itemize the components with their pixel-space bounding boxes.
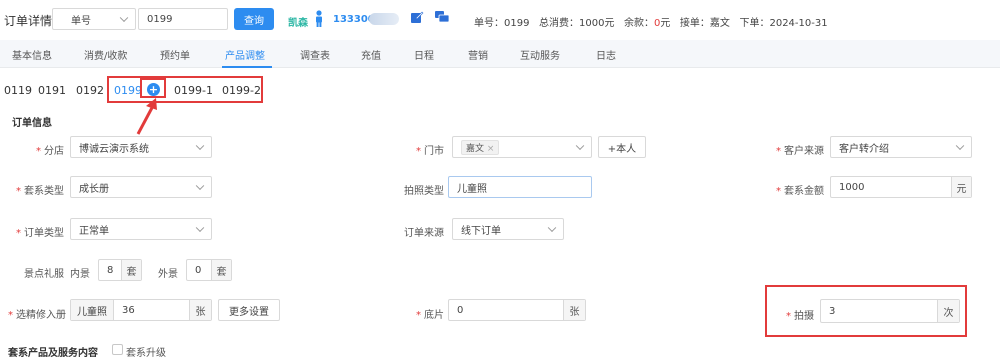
close-icon: × bbox=[486, 143, 495, 154]
store-tag[interactable]: 嘉文 × bbox=[461, 139, 500, 155]
tab-marketing[interactable]: 营销 bbox=[468, 47, 488, 62]
info-balance-label: 余款： bbox=[624, 18, 654, 29]
info-balance-unit: 元 bbox=[660, 18, 671, 29]
selected-album-input[interactable]: 儿童照 36 张 bbox=[70, 299, 212, 321]
tab-basic-info[interactable]: 基本信息 bbox=[12, 47, 52, 62]
order-source-value: 线下订单 bbox=[461, 225, 501, 237]
search-input[interactable]: 0199 bbox=[138, 8, 228, 30]
customer-source-value: 客户转介绍 bbox=[839, 143, 889, 155]
shoot-type-input[interactable]: 儿童照 bbox=[448, 176, 592, 198]
pointer-arrow-icon bbox=[136, 98, 157, 135]
masked-phone-digits bbox=[369, 13, 399, 25]
order-source-select[interactable]: 线下订单 bbox=[452, 218, 564, 240]
selected-album-label: * 选精修入册 bbox=[8, 310, 66, 321]
scene-dress-label: 景点礼服 bbox=[24, 269, 64, 280]
outer-scene-input[interactable]: 0 套 bbox=[186, 259, 232, 281]
info-order-no: 单号：0199 bbox=[474, 18, 530, 29]
customer-name-link[interactable]: 凯森 bbox=[288, 14, 308, 29]
chevron-down-icon bbox=[195, 181, 205, 191]
info-order-date: 下单：2024-10-31 bbox=[739, 18, 828, 29]
inner-scene-unit: 套 bbox=[121, 260, 141, 280]
order-item[interactable]: 0192 bbox=[76, 84, 104, 97]
package-amount-unit: 元 bbox=[951, 177, 971, 197]
order-item[interactable]: 0191 bbox=[38, 84, 66, 97]
package-amount-label: * 套系金额 bbox=[776, 186, 824, 197]
query-button[interactable]: 查询 bbox=[234, 8, 274, 30]
chevron-down-icon bbox=[195, 141, 205, 151]
search-type-value: 单号 bbox=[71, 15, 91, 27]
package-upgrade-checkbox[interactable] bbox=[112, 344, 123, 355]
outer-scene-value: 0 bbox=[195, 264, 202, 276]
chevron-down-icon bbox=[955, 141, 965, 151]
tab-survey[interactable]: 调查表 bbox=[300, 47, 330, 62]
store-select[interactable]: 嘉文 × bbox=[452, 136, 592, 158]
inner-scene-input[interactable]: 8 套 bbox=[98, 259, 142, 281]
more-settings-button[interactable]: 更多设置 bbox=[218, 299, 280, 321]
base-film-unit: 张 bbox=[563, 300, 585, 320]
outer-scene-unit: 套 bbox=[211, 260, 231, 280]
tab-recharge[interactable]: 充值 bbox=[361, 47, 381, 62]
self-button[interactable]: +本人 bbox=[598, 136, 646, 158]
package-type-select[interactable]: 成长册 bbox=[70, 176, 212, 198]
base-film-value: 0 bbox=[457, 304, 464, 316]
order-summary: 单号：0199 总消费：1000元 余款：0元 接单：嘉文 下单：2024-10… bbox=[474, 14, 828, 29]
tab-product-adjust[interactable]: 产品调整 bbox=[225, 47, 265, 62]
package-upgrade-label: 套系升级 bbox=[126, 348, 166, 359]
order-item[interactable]: 0119 bbox=[4, 84, 32, 97]
order-type-select[interactable]: 正常单 bbox=[70, 218, 212, 240]
order-type-value: 正常单 bbox=[79, 225, 109, 237]
branch-label: * 分店 bbox=[36, 146, 64, 157]
chevron-down-icon bbox=[195, 223, 205, 233]
inner-scene-value: 8 bbox=[107, 264, 114, 276]
section-title-order-info: 订单信息 bbox=[12, 118, 52, 129]
inner-scene-label: 内景 bbox=[70, 269, 90, 280]
shoot-type-label: 拍照类型 bbox=[404, 186, 444, 197]
page-title: 订单详情 bbox=[4, 14, 53, 28]
chat-icon[interactable] bbox=[434, 10, 450, 24]
info-receiver: 接单：嘉文 bbox=[679, 18, 730, 29]
search-input-value: 0199 bbox=[147, 13, 173, 25]
person-icon bbox=[316, 10, 322, 27]
selected-album-value: 36 bbox=[122, 304, 135, 316]
chevron-down-icon bbox=[119, 13, 129, 23]
selected-album-prefix: 儿童照 bbox=[71, 300, 114, 320]
package-amount-value: 1000 bbox=[839, 181, 865, 193]
package-amount-input[interactable]: 1000 元 bbox=[830, 176, 972, 198]
package-type-label: * 套系类型 bbox=[16, 186, 64, 197]
chevron-down-icon bbox=[575, 141, 585, 151]
tab-appointment[interactable]: 预约单 bbox=[160, 47, 190, 62]
search-type-select[interactable]: 单号 bbox=[52, 8, 136, 30]
order-source-label: 订单来源 bbox=[404, 228, 444, 239]
package-type-value: 成长册 bbox=[79, 183, 109, 195]
tab-log[interactable]: 日志 bbox=[596, 47, 616, 62]
chevron-down-icon bbox=[547, 223, 557, 233]
customer-source-label: * 客户来源 bbox=[776, 146, 824, 157]
active-tab-indicator bbox=[222, 66, 272, 68]
section-title-package-products: 套系产品及服务内容 bbox=[8, 348, 98, 359]
tab-schedule[interactable]: 日程 bbox=[414, 47, 434, 62]
selected-album-unit: 张 bbox=[189, 300, 211, 320]
highlight-box-orders bbox=[107, 76, 263, 103]
store-label: * 门市 bbox=[416, 146, 444, 157]
tab-consumption[interactable]: 消费/收款 bbox=[84, 47, 127, 62]
branch-select[interactable]: 博诚云演示系统 bbox=[70, 136, 212, 158]
edit-icon[interactable] bbox=[410, 10, 424, 24]
outer-scene-label: 外景 bbox=[158, 269, 178, 280]
base-film-input[interactable]: 0 张 bbox=[448, 299, 586, 321]
customer-source-select[interactable]: 客户转介绍 bbox=[830, 136, 972, 158]
info-total: 总消费：1000元 bbox=[539, 18, 615, 29]
tab-bar bbox=[0, 40, 1000, 68]
base-film-label: * 底片 bbox=[416, 310, 444, 321]
highlight-box-add bbox=[140, 78, 166, 98]
highlight-box-shoot bbox=[765, 285, 967, 337]
tab-interactive-service[interactable]: 互动服务 bbox=[520, 47, 560, 62]
branch-value: 博诚云演示系统 bbox=[79, 143, 149, 155]
order-type-label: * 订单类型 bbox=[16, 228, 64, 239]
shoot-type-value: 儿童照 bbox=[457, 183, 487, 195]
